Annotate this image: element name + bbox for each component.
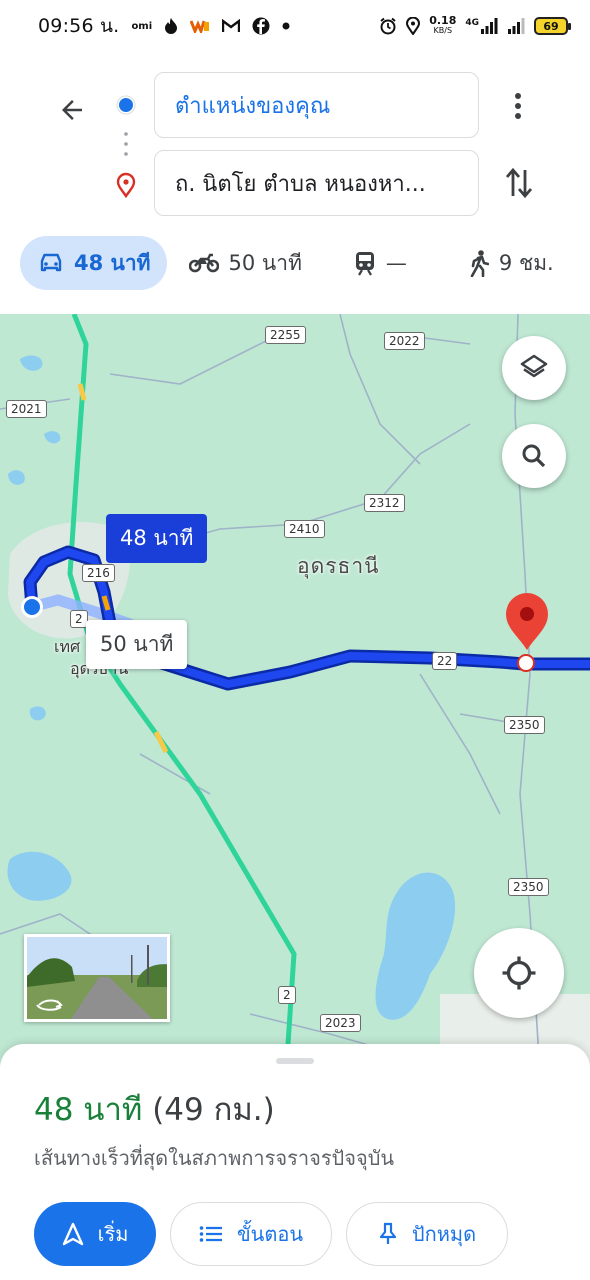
route-distance: (49 กม.) bbox=[152, 1092, 275, 1128]
list-icon bbox=[199, 1226, 222, 1242]
steps-button[interactable]: ขั้นตอน bbox=[170, 1202, 332, 1266]
layers-icon bbox=[520, 354, 548, 378]
pin-label: ปักหมุด bbox=[411, 1222, 477, 1246]
route-summary: 48 นาที (49 กม.) bbox=[34, 1084, 275, 1134]
shopee-icon bbox=[190, 19, 210, 33]
network-label: 4G bbox=[465, 18, 479, 28]
gmail-icon bbox=[222, 19, 241, 33]
signal-icon bbox=[507, 18, 525, 34]
street-view-thumbnail[interactable] bbox=[24, 934, 170, 1022]
place-label-udon-thani: อุดรธานี bbox=[297, 554, 380, 578]
more-vert-icon bbox=[515, 93, 521, 119]
mode-car[interactable]: 48 นาที bbox=[20, 236, 167, 290]
route-callout-alt[interactable]: 50 นาที bbox=[86, 620, 188, 669]
mode-walk-label: 9 ชม. bbox=[498, 250, 554, 275]
net-speed: 0.18 KB/S bbox=[429, 14, 457, 36]
navigation-arrow-icon bbox=[62, 1222, 83, 1246]
my-location-button[interactable] bbox=[474, 928, 564, 1018]
steps-label: ขั้นตอน bbox=[236, 1222, 303, 1246]
status-bar: 09:56 น. omi 0.18 KB/S 4G 69 bbox=[0, 0, 590, 52]
dot-icon bbox=[282, 22, 290, 30]
road-shield: 2022 bbox=[384, 332, 425, 350]
route-description: เส้นทางเร็วที่สุดในสภาพการจราจรปัจจุบัน bbox=[34, 1146, 395, 1170]
road-shield: 2 bbox=[70, 610, 88, 628]
destination-pin-icon bbox=[116, 172, 136, 199]
swap-vert-icon bbox=[505, 167, 533, 199]
mode-walk[interactable]: 9 ชม. bbox=[469, 236, 554, 290]
travel-modes: 48 นาที 50 นาที — 9 ชม. bbox=[20, 236, 580, 290]
map-view[interactable]: 2255 2022 2021 2312 2410 216 2 22 2350 2… bbox=[0, 314, 590, 1074]
action-buttons: เริ่ม ขั้นตอน ปักหมุด bbox=[34, 1202, 508, 1266]
back-button[interactable] bbox=[52, 90, 92, 130]
road-shield: 22 bbox=[432, 652, 458, 670]
origin-field[interactable]: ตำแหน่งของคุณ bbox=[154, 72, 479, 138]
route-callout-primary[interactable]: 48 นาที bbox=[106, 514, 208, 563]
road-shield: 216 bbox=[82, 564, 115, 582]
route-duration: 48 นาที bbox=[34, 1092, 143, 1128]
fire-icon bbox=[164, 17, 178, 35]
mode-motorbike-label: 50 นาที bbox=[228, 250, 302, 275]
motorbike-icon bbox=[188, 253, 219, 273]
train-icon bbox=[355, 252, 374, 276]
pin-button[interactable]: ปักหมุด bbox=[346, 1202, 508, 1266]
car-icon bbox=[40, 253, 62, 272]
destination-field[interactable]: ถ. นิตโย ตำบล หนองหา... bbox=[154, 150, 479, 216]
destination-marker-icon bbox=[506, 593, 548, 650]
net-speed-unit: KB/S bbox=[433, 26, 453, 35]
my-location-icon bbox=[502, 956, 536, 990]
mode-transit[interactable]: — bbox=[354, 236, 407, 290]
road-shield: 2255 bbox=[265, 326, 306, 344]
road-shield: 2410 bbox=[284, 520, 325, 538]
layers-button[interactable] bbox=[502, 336, 566, 400]
facebook-icon bbox=[252, 17, 270, 35]
swap-button[interactable] bbox=[498, 162, 540, 204]
start-label: เริ่ม bbox=[97, 1222, 129, 1246]
more-options-button[interactable] bbox=[500, 86, 536, 126]
start-button[interactable]: เริ่ม bbox=[34, 1202, 156, 1266]
route-connector bbox=[114, 92, 140, 222]
mode-motorbike[interactable]: 50 นาที bbox=[188, 236, 302, 290]
signal-4g-icon: 4G bbox=[465, 18, 498, 34]
lake-west bbox=[7, 851, 72, 901]
road-shield: 2021 bbox=[6, 400, 47, 418]
net-speed-value: 0.18 bbox=[429, 14, 457, 27]
road-shield: 2350 bbox=[508, 878, 549, 896]
battery-indicator: 69 bbox=[534, 17, 571, 35]
road-shield: 2 bbox=[278, 986, 296, 1004]
status-time: 09:56 น. bbox=[38, 15, 120, 37]
pin-icon bbox=[379, 1222, 397, 1244]
arrow-back-icon bbox=[62, 100, 82, 120]
omi-icon: omi bbox=[131, 20, 153, 32]
search-along-route-button[interactable] bbox=[502, 424, 566, 488]
route-summary-sheet[interactable]: 48 นาที (49 กม.) เส้นทางเร็วที่สุดในสภาพ… bbox=[0, 1044, 590, 1280]
location-status-icon bbox=[406, 17, 421, 35]
road-shield: 2023 bbox=[320, 1014, 361, 1032]
mode-car-label: 48 นาที bbox=[74, 250, 151, 275]
drag-handle[interactable] bbox=[276, 1058, 314, 1064]
walk-icon bbox=[470, 250, 489, 277]
directions-header: ตำแหน่งของคุณ ถ. นิตโย ตำบล หนองหา... 48… bbox=[0, 52, 590, 314]
road-shield: 2312 bbox=[364, 494, 405, 512]
road-shield: 2350 bbox=[504, 716, 545, 734]
search-icon bbox=[522, 444, 546, 468]
mode-transit-label: — bbox=[385, 251, 407, 275]
alarm-icon bbox=[379, 17, 397, 35]
